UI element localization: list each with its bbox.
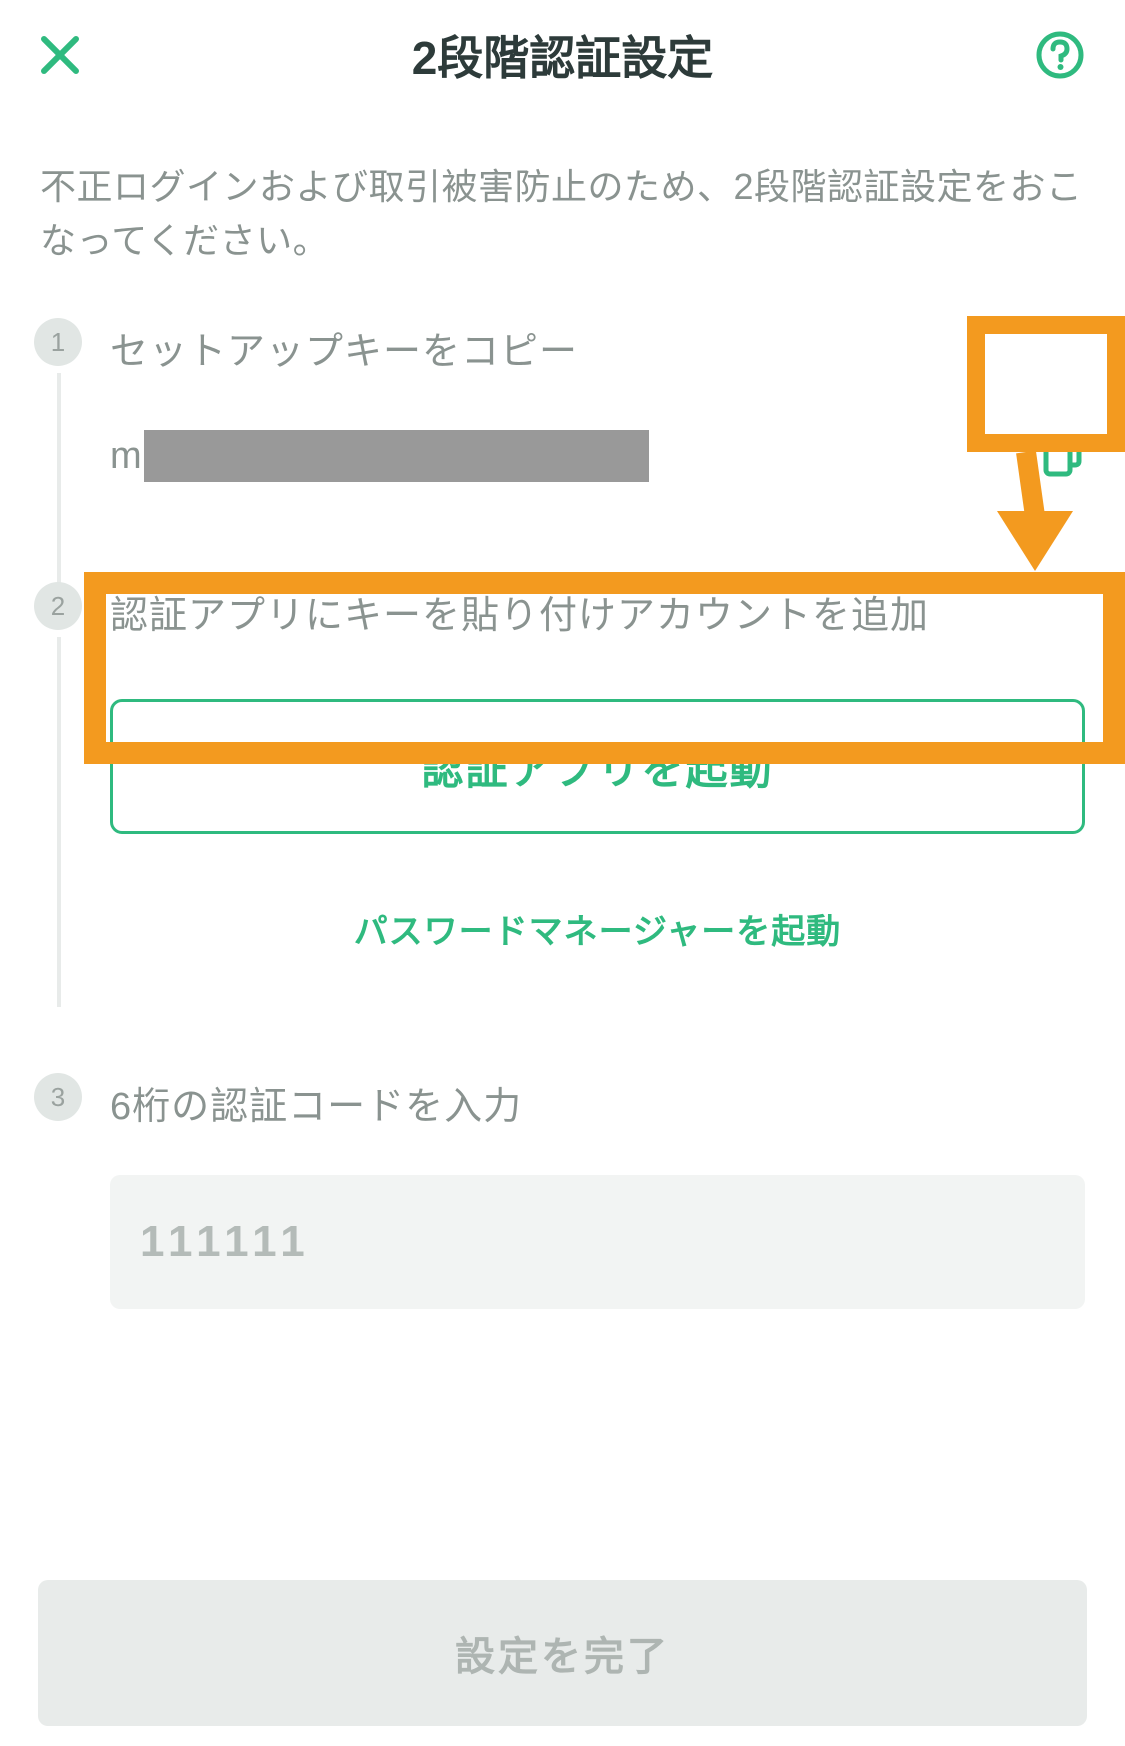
step-3-title: 6桁の認証コードを入力	[110, 1075, 1085, 1130]
step-2: 2 認証アプリにキーを貼り付けアカウントを追加 認証アプリを起動 パスワードマネ…	[0, 562, 1125, 1053]
copy-icon	[1039, 432, 1087, 480]
step-1-content: セットアップキーをコピー m	[110, 318, 1085, 562]
step-1: 1 セットアップキーをコピー m	[0, 298, 1125, 562]
description-text: 不正ログインおよび取引被害防止のため、2段階認証設定をおこなってください。	[0, 110, 1125, 298]
launch-auth-app-button[interactable]: 認証アプリを起動	[110, 699, 1085, 834]
launch-password-manager-link[interactable]: パスワードマネージャーを起動	[110, 904, 1085, 953]
auth-code-input[interactable]	[110, 1175, 1085, 1309]
setup-key-row: m	[110, 430, 1085, 482]
step-connector-line	[57, 637, 61, 1007]
setup-key-redacted	[144, 430, 649, 482]
copy-button[interactable]	[1035, 428, 1091, 484]
step-connector-line	[57, 373, 61, 583]
step-1-title: セットアップキーをコピー	[110, 320, 1085, 375]
complete-setup-button[interactable]: 設定を完了	[38, 1580, 1087, 1726]
help-button[interactable]	[1035, 30, 1085, 80]
page-title: 2段階認証設定	[412, 22, 714, 88]
step-2-title: 認証アプリにキーを貼り付けアカウントを追加	[110, 584, 1085, 639]
step-number-3: 3	[34, 1073, 82, 1121]
close-icon	[40, 35, 80, 75]
step-3: 3 6桁の認証コードを入力	[0, 1053, 1125, 1309]
step-3-content: 6桁の認証コードを入力	[110, 1073, 1085, 1309]
step-number-1: 1	[34, 318, 82, 366]
step-number-2: 2	[34, 582, 82, 630]
setup-key-prefix: m	[110, 435, 142, 478]
close-button[interactable]	[40, 35, 80, 75]
step-2-content: 認証アプリにキーを貼り付けアカウントを追加 認証アプリを起動 パスワードマネージ…	[110, 582, 1085, 1053]
help-icon	[1035, 30, 1085, 80]
header: 2段階認証設定	[0, 0, 1125, 110]
